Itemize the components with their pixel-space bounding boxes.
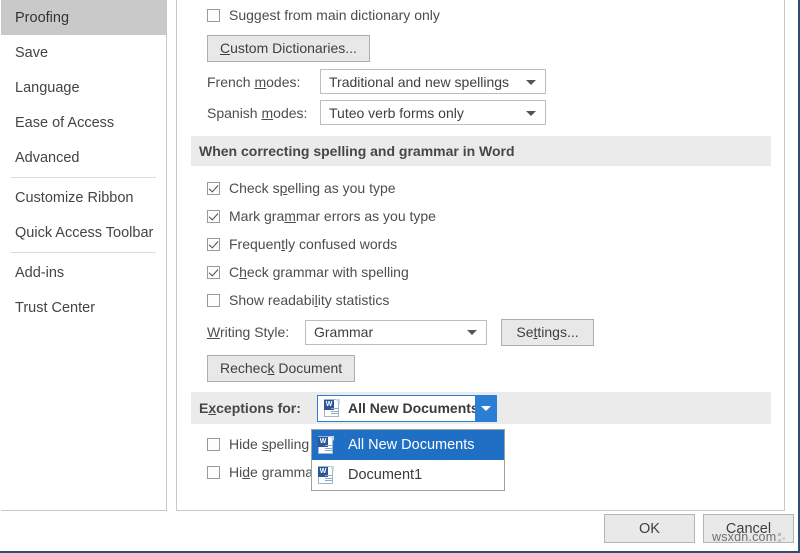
sidebar-item-label: Add-ins <box>15 265 64 281</box>
writing-style-select[interactable]: Grammar <box>305 320 487 345</box>
sidebar-item-trust-center[interactable]: Trust Center <box>1 290 166 325</box>
dropdown-option-label: Document1 <box>348 467 422 483</box>
french-modes-select[interactable]: Traditional and new spellings <box>320 69 546 94</box>
sidebar-item-label: Customize Ribbon <box>15 190 133 206</box>
frequently-confused-checkbox[interactable] <box>207 238 220 251</box>
dropdown-option-label: All New Documents <box>348 437 475 453</box>
word-options-dialog: Proofing Save Language Ease of Access Ad… <box>0 0 800 553</box>
section-header-correcting: When correcting spelling and grammar in … <box>191 136 771 166</box>
sidebar-item-label: Proofing <box>15 10 69 26</box>
show-readability-label: Show readability statistics <box>229 292 389 308</box>
sidebar-item-ease-of-access[interactable]: Ease of Access <box>1 105 166 140</box>
chevron-down-icon <box>526 80 536 85</box>
sidebar-item-label: Quick Access Toolbar <box>15 225 153 241</box>
check-spelling-row[interactable]: Check spelling as you type <box>191 174 751 202</box>
sidebar-item-label: Advanced <box>15 150 80 166</box>
dropdown-option-document1[interactable]: W Document1 <box>312 460 504 490</box>
settings-button[interactable]: Settings... <box>501 319 594 346</box>
check-grammar-with-spelling-row[interactable]: Check grammar with spelling <box>191 258 751 286</box>
show-readability-checkbox[interactable] <box>207 294 220 307</box>
sidebar-item-language[interactable]: Language <box>1 70 166 105</box>
dropdown-option-all-new-documents[interactable]: W All New Documents <box>312 430 504 460</box>
writing-style-label: Writing Style: <box>207 324 305 340</box>
french-modes-label: French modes: <box>207 74 320 90</box>
recheck-document-row: Recheck Document <box>191 350 751 386</box>
options-category-sidebar: Proofing Save Language Ease of Access Ad… <box>1 0 167 511</box>
mark-grammar-checkbox[interactable] <box>207 210 220 223</box>
writing-style-value: Grammar <box>314 324 373 340</box>
custom-dictionaries-button[interactable]: Custom Dictionaries... <box>207 35 370 62</box>
exceptions-band: Exceptions for: W All New Documents <box>191 392 771 424</box>
recheck-document-button[interactable]: Recheck Document <box>207 355 355 382</box>
hide-spelling-checkbox[interactable] <box>207 438 220 451</box>
frequently-confused-label: Frequently confused words <box>229 236 397 252</box>
check-spelling-checkbox[interactable] <box>207 182 220 195</box>
mark-grammar-row[interactable]: Mark grammar errors as you type <box>191 202 751 230</box>
ok-button-label: OK <box>639 521 660 537</box>
hide-grammar-label: Hide grammar <box>229 464 318 480</box>
frequently-confused-row[interactable]: Frequently confused words <box>191 230 751 258</box>
section-header-label: When correcting spelling and grammar in … <box>199 143 515 159</box>
sidebar-item-add-ins[interactable]: Add-ins <box>1 255 166 290</box>
exceptions-dropdown-list[interactable]: W All New Documents W Document1 <box>311 429 505 491</box>
custom-dictionaries-row: Custom Dictionaries... <box>191 30 751 66</box>
check-grammar-with-spelling-label: Check grammar with spelling <box>229 264 409 280</box>
spanish-modes-select[interactable]: Tuteo verb forms only <box>320 100 546 125</box>
chevron-down-icon <box>467 330 477 335</box>
sidebar-item-label: Language <box>15 80 80 96</box>
suggest-main-dictionary-checkbox[interactable] <box>207 9 220 22</box>
sidebar-divider <box>11 177 156 178</box>
watermark-text: wsxdn.com <box>712 530 776 544</box>
suggest-main-dictionary-label: Suggest from main dictionary only <box>229 7 440 23</box>
watermark-logo-icon <box>778 533 787 542</box>
suggest-main-dictionary-row[interactable]: Suggest from main dictionary only <box>191 0 751 30</box>
sidebar-item-label: Ease of Access <box>15 115 114 131</box>
sidebar-item-label: Save <box>15 45 48 61</box>
sidebar-item-save[interactable]: Save <box>1 35 166 70</box>
mark-grammar-label: Mark grammar errors as you type <box>229 208 436 224</box>
site-watermark: wsxdn.com <box>712 530 787 544</box>
exceptions-value: All New Documents <box>348 400 479 416</box>
french-modes-row: French modes: Traditional and new spelli… <box>191 66 751 97</box>
check-spelling-label: Check spelling as you type <box>229 180 396 196</box>
ok-button[interactable]: OK <box>604 514 695 543</box>
word-document-icon: W <box>318 466 334 484</box>
sidebar-divider <box>11 252 156 253</box>
writing-style-row: Writing Style: Grammar Settings... <box>191 314 751 350</box>
hide-spelling-label: Hide spelling <box>229 436 309 452</box>
sidebar-item-quick-access-toolbar[interactable]: Quick Access Toolbar <box>1 215 166 250</box>
chevron-down-icon <box>526 111 536 116</box>
exceptions-combobox[interactable]: W All New Documents <box>317 395 497 422</box>
word-document-icon: W <box>318 436 334 454</box>
spanish-modes-value: Tuteo verb forms only <box>329 105 464 121</box>
exceptions-label: Exceptions for: <box>199 400 317 416</box>
spanish-modes-label: Spanish modes: <box>207 105 320 121</box>
show-readability-row[interactable]: Show readability statistics <box>191 286 751 314</box>
sidebar-item-proofing[interactable]: Proofing <box>1 0 166 35</box>
word-document-icon: W <box>324 399 340 417</box>
sidebar-item-advanced[interactable]: Advanced <box>1 140 166 175</box>
french-modes-value: Traditional and new spellings <box>329 74 509 90</box>
spanish-modes-row: Spanish modes: Tuteo verb forms only <box>191 97 751 128</box>
hide-grammar-checkbox[interactable] <box>207 466 220 479</box>
sidebar-item-customize-ribbon[interactable]: Customize Ribbon <box>1 180 166 215</box>
check-grammar-with-spelling-checkbox[interactable] <box>207 266 220 279</box>
exceptions-dropdown-button[interactable] <box>475 396 496 421</box>
sidebar-item-label: Trust Center <box>15 300 95 316</box>
